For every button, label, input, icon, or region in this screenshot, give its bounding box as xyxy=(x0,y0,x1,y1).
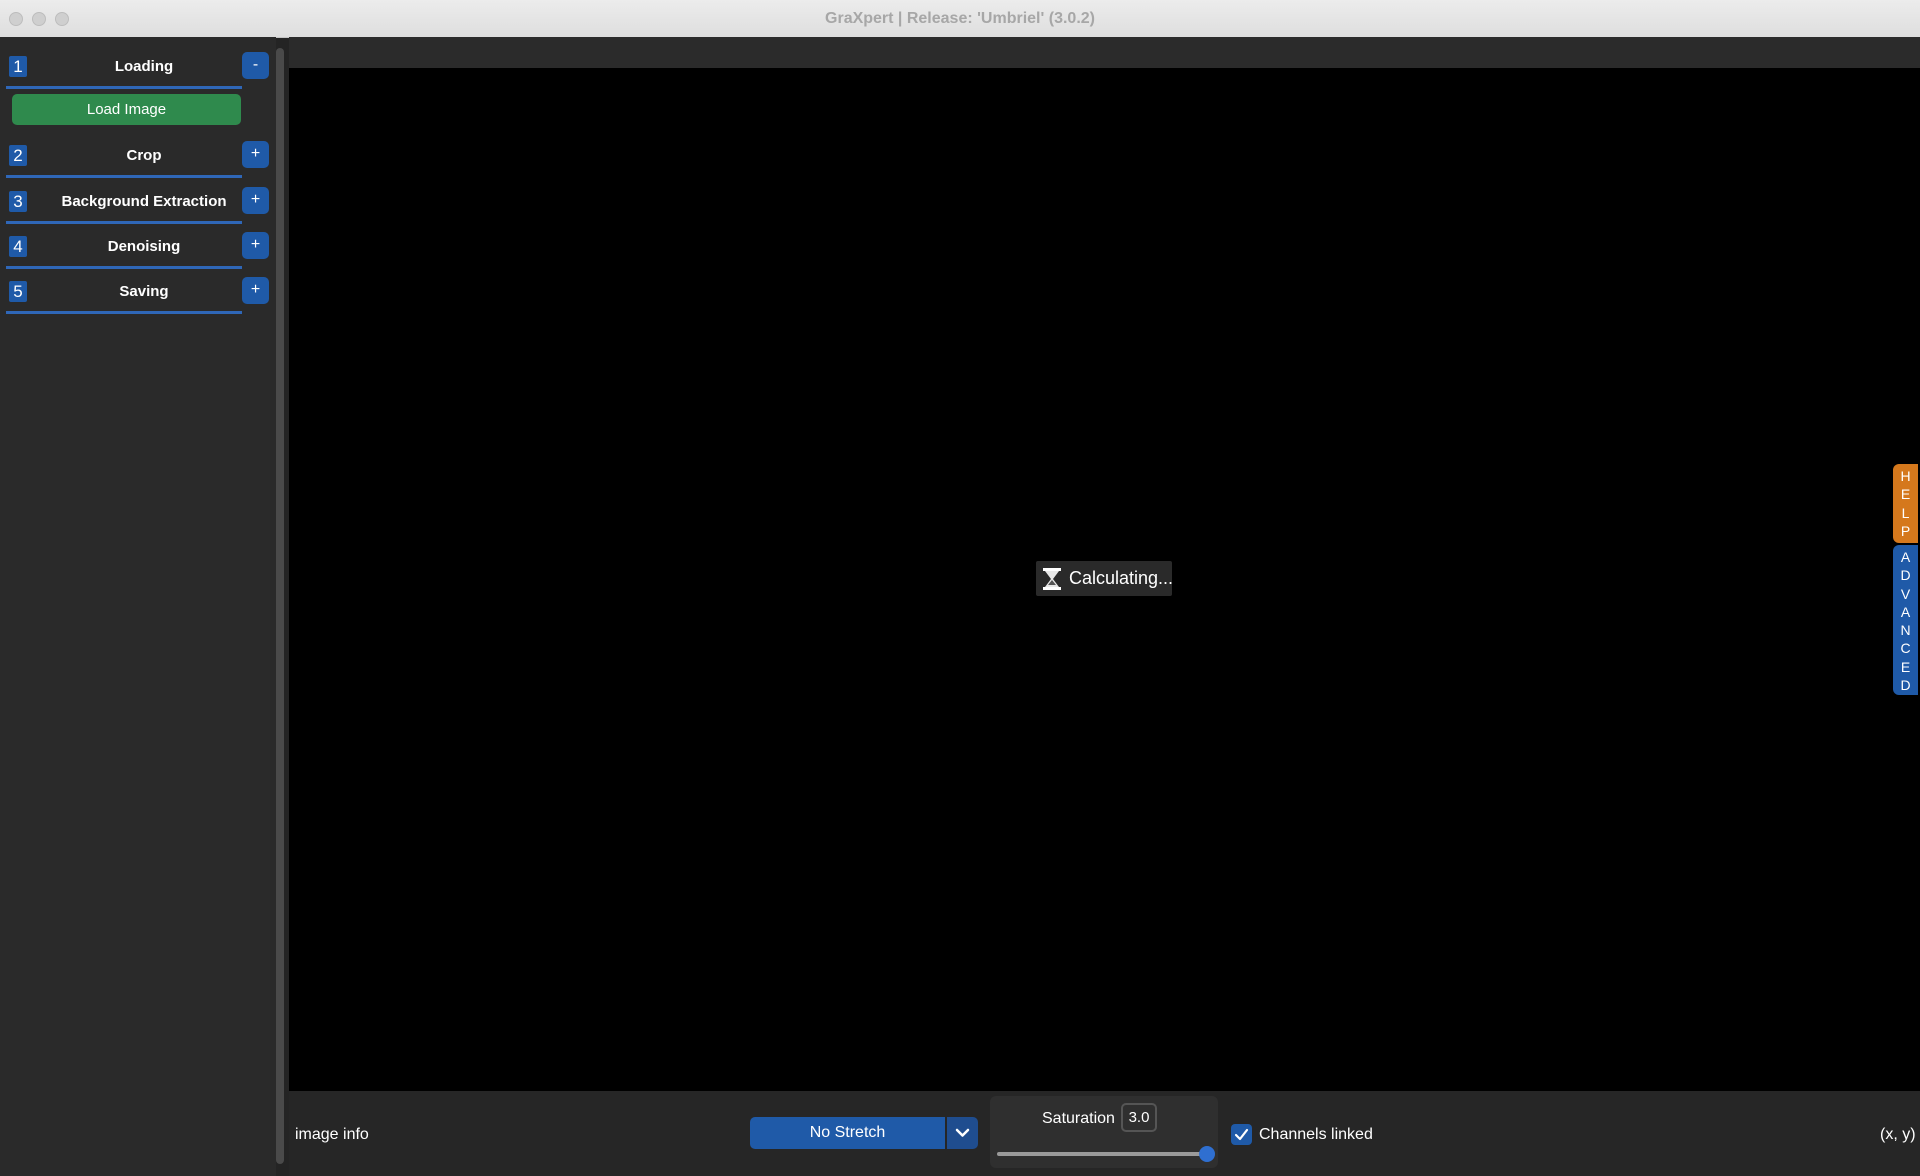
tab-letter: V xyxy=(1900,585,1911,602)
saturation-label: Saturation xyxy=(1042,1110,1115,1127)
channels-linked-checkbox[interactable] xyxy=(1231,1124,1252,1145)
tab-letter: C xyxy=(1900,640,1911,657)
checkmark-icon xyxy=(1234,1128,1249,1141)
load-image-button[interactable]: Load Image xyxy=(12,94,241,125)
stretch-select[interactable]: No Stretch xyxy=(750,1117,945,1149)
section-crop: 2 Crop + xyxy=(6,141,270,181)
saturation-slider-handle[interactable] xyxy=(1199,1146,1215,1162)
expand-crop-button[interactable]: + xyxy=(242,141,269,168)
section-divider xyxy=(6,266,242,269)
tab-letter: E xyxy=(1900,486,1911,503)
section-number: 3 xyxy=(9,191,27,212)
tab-letter: N xyxy=(1900,622,1911,639)
canvas-top-strip xyxy=(289,37,1920,68)
window-title: GraXpert | Release: 'Umbriel' (3.0.2) xyxy=(825,10,1095,27)
image-info-label: image info xyxy=(295,1126,369,1143)
tab-letter: L xyxy=(1901,504,1910,521)
section-number: 1 xyxy=(9,56,27,77)
section-label-loading: Loading xyxy=(114,58,174,75)
section-divider xyxy=(6,221,242,224)
tab-letter: D xyxy=(1900,567,1911,584)
section-label-crop: Crop xyxy=(126,147,162,164)
section-divider xyxy=(6,175,242,178)
section-number: 4 xyxy=(9,236,27,257)
tab-letter: A xyxy=(1900,549,1911,565)
section-label-denoising: Denoising xyxy=(107,238,181,255)
channels-linked-label: Channels linked xyxy=(1259,1126,1373,1143)
saturation-slider[interactable] xyxy=(997,1152,1207,1156)
app-window: GraXpert | Release: 'Umbriel' (3.0.2) 1 … xyxy=(0,0,1920,1176)
sidebar-scrollbar[interactable] xyxy=(276,48,284,1164)
section-background-extraction: 3 Background Extraction + xyxy=(6,187,270,227)
section-number: 2 xyxy=(9,145,27,166)
section-divider xyxy=(6,311,242,314)
section-loading: 1 Loading - xyxy=(6,52,270,92)
section-number: 5 xyxy=(9,281,27,302)
tab-letter: D xyxy=(1900,677,1911,694)
section-label-saving: Saving xyxy=(119,283,169,300)
advanced-tab[interactable]: ADVANCED xyxy=(1893,545,1918,695)
advanced-tab-label: ADVANCED xyxy=(1893,548,1918,694)
tab-letter: A xyxy=(1900,603,1911,620)
title-bar: GraXpert | Release: 'Umbriel' (3.0.2) xyxy=(0,0,1920,38)
cursor-coordinates: (x, y) xyxy=(1880,1126,1916,1143)
tab-letter: H xyxy=(1900,468,1911,484)
collapse-loading-button[interactable]: - xyxy=(242,52,269,79)
stretch-dropdown-button[interactable] xyxy=(947,1117,978,1149)
calculating-indicator: Calculating... xyxy=(1036,561,1174,596)
expand-background-extraction-button[interactable]: + xyxy=(242,187,269,214)
saturation-value-input[interactable]: 3.0 xyxy=(1121,1103,1157,1132)
expand-denoising-button[interactable]: + xyxy=(242,232,269,259)
chevron-down-icon xyxy=(955,1128,970,1137)
section-denoising: 4 Denoising + xyxy=(6,232,270,272)
expand-saving-button[interactable]: + xyxy=(242,277,269,304)
hourglass-icon xyxy=(1043,568,1061,590)
tab-letter: P xyxy=(1900,522,1911,539)
tab-letter: E xyxy=(1900,658,1911,675)
help-tab-label: HELP xyxy=(1893,467,1918,540)
calculating-text: Calculating... xyxy=(1069,568,1174,588)
help-tab[interactable]: HELP xyxy=(1893,464,1918,543)
section-label-background-extraction: Background Extraction xyxy=(61,193,227,210)
saturation-panel xyxy=(990,1096,1218,1168)
section-saving: 5 Saving + xyxy=(6,277,270,317)
section-divider xyxy=(6,86,242,89)
